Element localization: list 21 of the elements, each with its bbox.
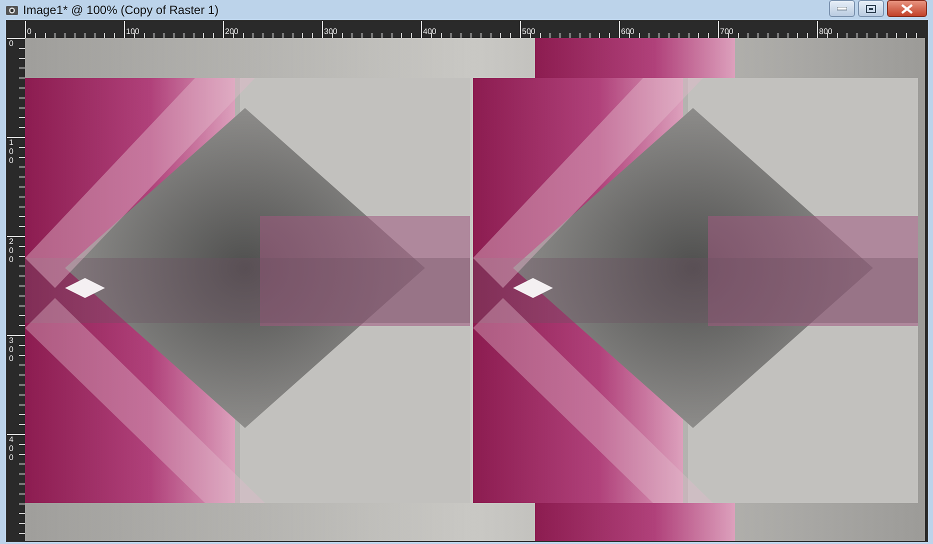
ruler-label: 200 (9, 238, 14, 264)
close-button[interactable] (887, 0, 927, 17)
ruler-label: 300 (324, 27, 338, 36)
ruler-label: 0 (9, 40, 14, 49)
minimize-icon (837, 6, 847, 10)
ruler-label: 100 (9, 139, 14, 166)
ruler-label: 300 (9, 337, 14, 364)
window-title: Image1* @ 100% (Copy of Raster 1) (23, 3, 219, 17)
ruler-label: 700 (720, 27, 734, 36)
ruler-label: 800 (819, 27, 832, 36)
ruler-label: 400 (9, 436, 14, 462)
ruler-label: 0 (27, 27, 32, 36)
ruler-label: 400 (423, 27, 436, 36)
maximize-icon (866, 4, 876, 12)
ruler-label: 100 (126, 27, 140, 36)
ruler-label: 200 (225, 27, 238, 36)
ruler-label: 600 (621, 27, 634, 36)
close-icon (901, 4, 913, 14)
camera-icon (6, 4, 18, 16)
maximize-button[interactable] (858, 0, 884, 17)
ruler-label: 500 (522, 27, 536, 36)
